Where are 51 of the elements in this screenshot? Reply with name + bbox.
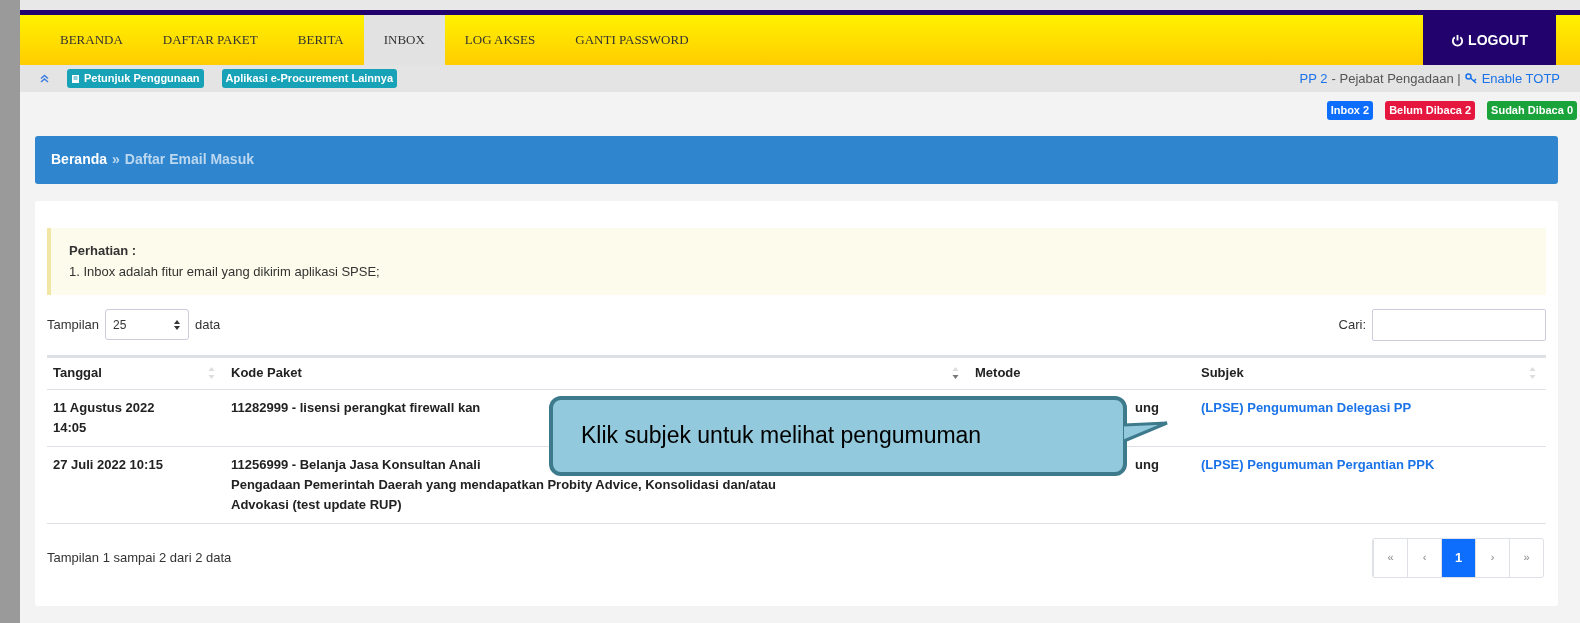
breadcrumb-separator: »	[112, 150, 120, 169]
sort-icon	[952, 366, 959, 380]
page-button[interactable]: ›	[1475, 538, 1509, 577]
column-header[interactable]: Kode Paket	[225, 357, 969, 390]
user-role: - Pejabat Pengadaan |	[1331, 69, 1461, 88]
nav-tab[interactable]: BERITA	[277, 15, 364, 65]
table-cell-text: 11256999 - Belanja Jasa Konsultan Anali	[231, 455, 481, 474]
count-badge: Inbox 2	[1326, 101, 1374, 120]
breadcrumb-link[interactable]: Beranda	[51, 149, 108, 170]
length-label: Tampilan	[47, 315, 100, 334]
book-icon	[71, 73, 80, 84]
nav-tab[interactable]: LOG AKSES	[444, 15, 556, 65]
length-select[interactable]: 25	[105, 309, 190, 340]
notice-text: 1. Inbox adalah fitur email yang dikirim aplikasi SPSE;	[69, 263, 381, 281]
user-link[interactable]: PP 2	[1299, 68, 1328, 89]
nav-tab[interactable]: DAFTAR PAKET	[142, 15, 278, 65]
page-button[interactable]: 1	[1441, 538, 1475, 577]
search-label: Cari:	[1338, 315, 1366, 334]
subject-link[interactable]: (LPSE) Pengumuman Delegasi PP	[1201, 399, 1412, 415]
notice-title: Perhatian :	[69, 241, 138, 260]
table-cell: ung	[1135, 456, 1159, 472]
callout: Klik subjek untuk melihat pengumuman	[549, 395, 1127, 476]
table-cell: ung	[1135, 399, 1159, 415]
search-field[interactable]	[1372, 308, 1546, 341]
column-header[interactable]: Tanggal	[47, 357, 225, 390]
length-suffix: data	[195, 315, 221, 334]
key-icon	[1464, 73, 1478, 84]
page-button[interactable]: »	[1509, 538, 1543, 577]
collapse-icon[interactable]	[40, 74, 49, 83]
table-info: Tampilan 1 sampai 2 dari 2 data	[47, 548, 232, 567]
table-cell-text: 11282999 - lisensi perangkat firewall kan	[231, 398, 481, 417]
page-button[interactable]: «	[1373, 538, 1407, 577]
count-badge: Belum Dibaca 2	[1385, 101, 1476, 120]
sort-icon	[1529, 366, 1536, 380]
table-cell-text: Pengadaan Pemerintah Daerah yang mendapatkan Probity Advice, Konsolidasi dan/atau	[231, 475, 776, 494]
totp-link[interactable]: Enable TOTP	[1481, 68, 1560, 89]
count-badge: Sudah Dibaca 0	[1487, 101, 1577, 120]
nav-tab[interactable]: GANTI PASSWORD	[555, 15, 709, 65]
logout-button[interactable]: LOGOUT	[1423, 15, 1556, 65]
column-header[interactable]: Metode	[969, 357, 1195, 390]
subject-link[interactable]: (LPSE) Pengumuman Pergantian PPK	[1201, 456, 1435, 472]
updown-icon	[173, 318, 182, 331]
table-cell-text: 27 Juli 2022 10:15	[53, 455, 164, 474]
sort-icon	[208, 366, 215, 380]
table-cell-text: Advokasi (test update RUP)	[231, 495, 402, 514]
table-cell-text: 11 Agustus 2022 14:05	[53, 398, 156, 437]
nav-tab[interactable]: BERANDA	[40, 15, 143, 65]
column-header[interactable]: Subjek	[1195, 357, 1546, 390]
power-icon	[1451, 33, 1465, 47]
breadcrumb-current: Daftar Email Masuk	[124, 150, 254, 169]
nav-tab[interactable]: INBOX	[363, 15, 445, 65]
